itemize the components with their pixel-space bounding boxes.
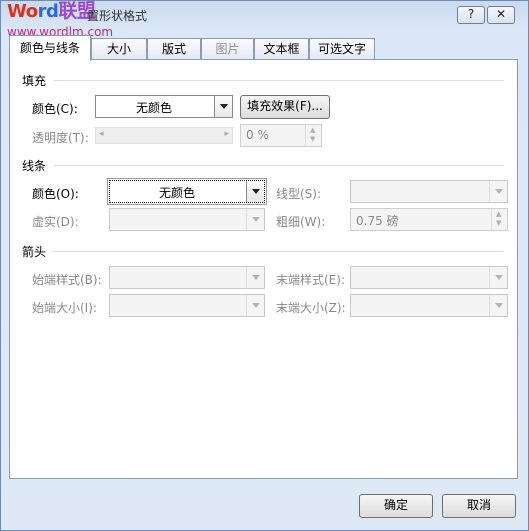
- line-style-label: 线型(S):: [276, 187, 322, 201]
- chevron-down-icon: [489, 267, 507, 288]
- chevron-down-icon[interactable]: [246, 181, 264, 202]
- spinner-arrows-icon: ▲ ▼: [305, 125, 321, 146]
- line-style-dropdown: [350, 180, 508, 203]
- begin-style-label: 始端样式(B):: [32, 273, 102, 287]
- tab-panel-colors-and-lines: 填充 颜色(C): 无颜色 填充效果(F)... 透明度(T): ◂ ▸ 0 %…: [9, 59, 518, 479]
- tab-picture: 图片: [201, 38, 254, 60]
- begin-style-dropdown: [109, 266, 265, 289]
- chevron-down-icon[interactable]: [214, 96, 232, 117]
- slider-right-arrow-icon: ▸: [224, 129, 229, 139]
- begin-size-dropdown: [109, 294, 265, 317]
- dash-dropdown: [109, 208, 265, 231]
- tab-colors-and-lines[interactable]: 颜色与线条: [9, 35, 91, 61]
- transparency-spinner: 0 % ▲ ▼: [240, 124, 322, 147]
- line-color-label: 颜色(O):: [32, 187, 79, 201]
- end-size-dropdown: [350, 294, 508, 317]
- format-shape-dialog: Word联盟 www.wordlm.com 置形状格式 ? ✕ 颜色与线条 大小…: [0, 0, 529, 531]
- fill-color-label: 颜色(C):: [32, 102, 78, 116]
- line-divider: [54, 165, 504, 166]
- dash-label: 虚实(D):: [32, 215, 79, 229]
- end-style-dropdown: [350, 266, 508, 289]
- fill-divider: [54, 80, 504, 81]
- close-button[interactable]: ✕: [487, 6, 515, 24]
- chevron-down-icon: [489, 295, 507, 316]
- line-weight-spinner: 0.75 磅 ▲ ▼: [350, 208, 508, 231]
- arrows-section-heading: 箭头: [22, 245, 47, 259]
- end-size-label: 末端大小(Z):: [276, 301, 346, 315]
- arrows-divider: [54, 251, 504, 252]
- begin-size-label: 始端大小(I):: [32, 301, 97, 315]
- tab-alt-text[interactable]: 可选文字: [309, 38, 375, 60]
- fill-section-heading: 填充: [22, 74, 47, 88]
- fill-color-value: 无颜色: [135, 101, 172, 115]
- fill-color-dropdown[interactable]: 无颜色: [95, 95, 233, 118]
- transparency-slider: ◂ ▸: [95, 127, 233, 144]
- end-style-label: 末端样式(E):: [276, 273, 345, 287]
- line-color-value: 无颜色: [158, 186, 195, 200]
- line-weight-value: 0.75 磅: [356, 214, 399, 228]
- tab-text-box[interactable]: 文本框: [254, 38, 309, 60]
- line-color-dropdown[interactable]: 无颜色: [107, 178, 267, 205]
- chevron-down-icon: [246, 267, 264, 288]
- chevron-down-icon: [489, 181, 507, 202]
- wordlm-watermark-logo: Word联盟: [7, 0, 96, 22]
- title-bar: Word联盟 www.wordlm.com 置形状格式 ? ✕: [1, 0, 528, 39]
- slider-left-arrow-icon: ◂: [99, 129, 104, 139]
- tab-size[interactable]: 大小: [91, 38, 147, 60]
- transparency-value: 0 %: [246, 128, 269, 142]
- chevron-down-icon: [246, 295, 264, 316]
- line-section-heading: 线条: [22, 159, 47, 173]
- line-weight-label: 粗细(W):: [276, 215, 326, 229]
- dialog-title: 置形状格式: [87, 9, 148, 23]
- transparency-label: 透明度(T):: [32, 131, 89, 145]
- fill-effects-button[interactable]: 填充效果(F)...: [240, 95, 330, 119]
- ok-button[interactable]: 确定: [359, 494, 433, 518]
- spinner-arrows-icon: ▲ ▼: [491, 209, 507, 230]
- help-button[interactable]: ?: [457, 6, 485, 24]
- chevron-down-icon: [246, 209, 264, 230]
- cancel-button[interactable]: 取消: [442, 494, 516, 518]
- tab-layout[interactable]: 版式: [147, 38, 201, 60]
